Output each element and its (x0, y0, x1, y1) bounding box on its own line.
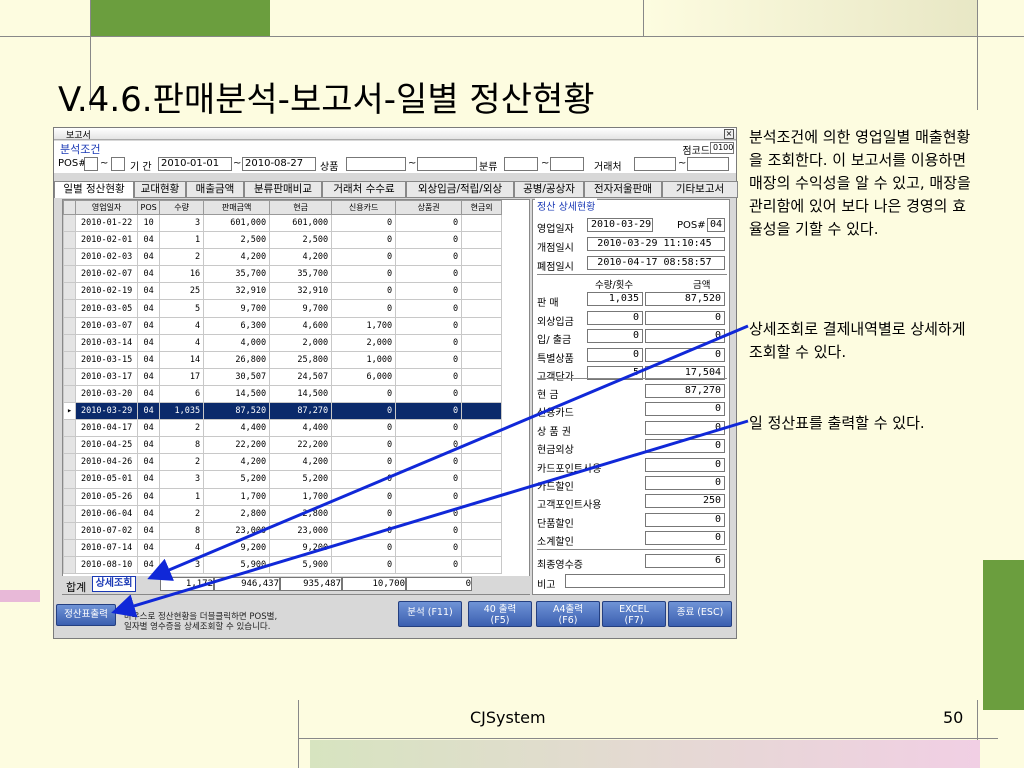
arrow-to-detail-button (147, 324, 749, 581)
arrow-to-print-button (111, 419, 749, 618)
annotation-arrows (111, 324, 749, 618)
